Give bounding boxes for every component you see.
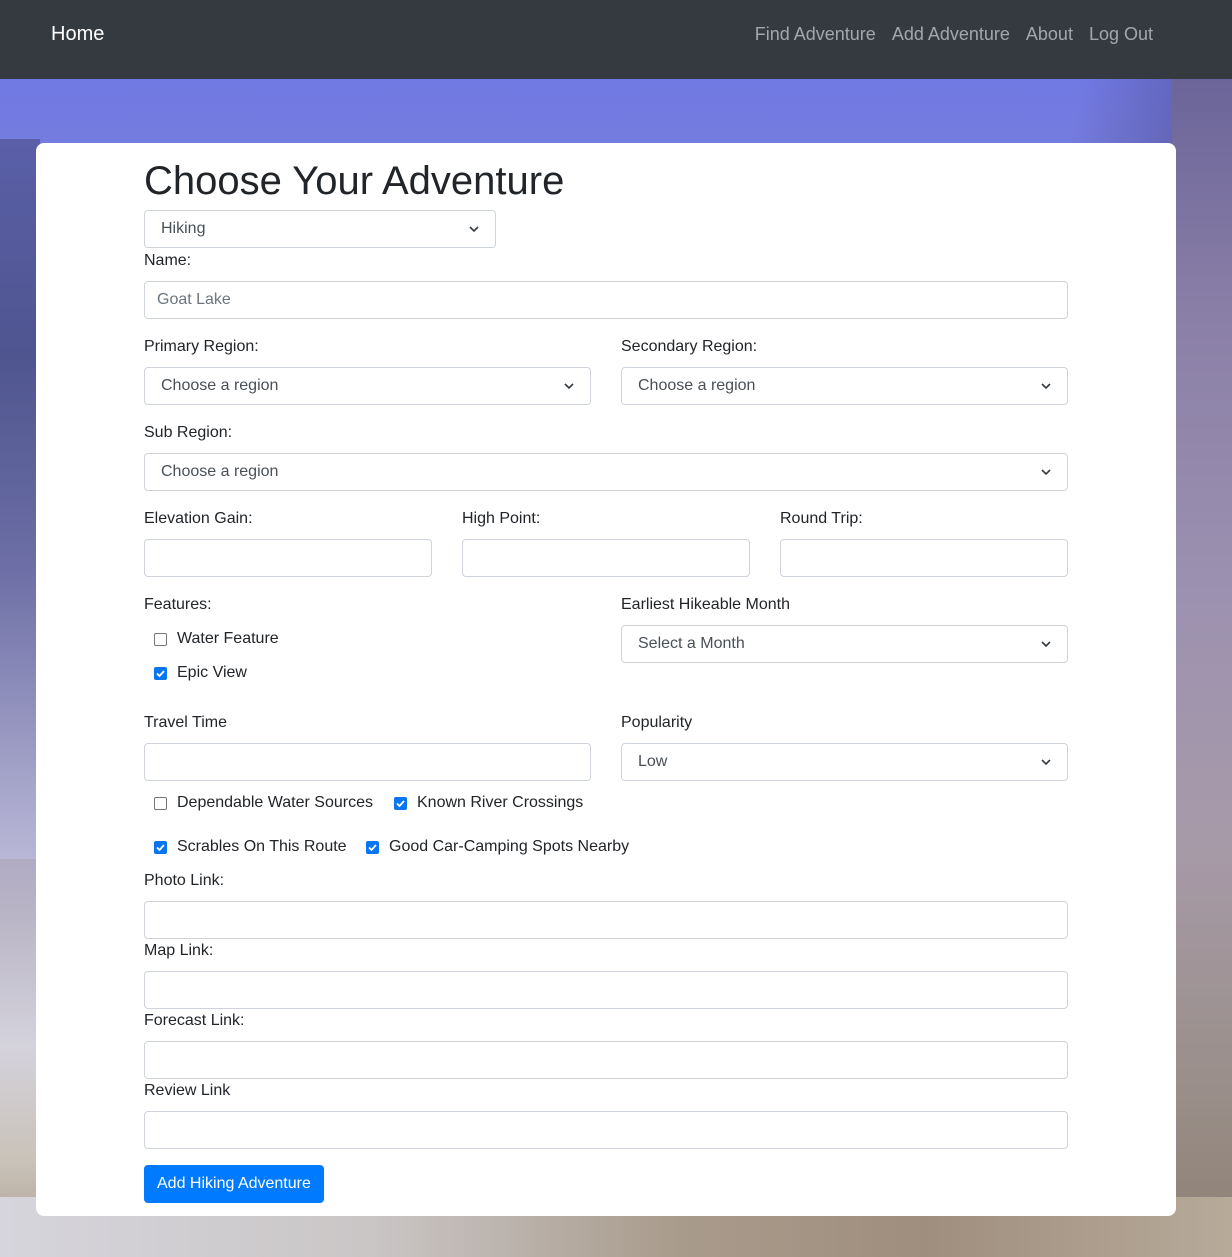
- checkmark-icon: [396, 799, 405, 807]
- earliest-month-select[interactable]: Select a Month: [621, 625, 1068, 663]
- nav-links: Find Adventure Add Adventure About Log O…: [755, 22, 1153, 46]
- review-link-label: Review Link: [144, 1082, 231, 1099]
- primary-region-select[interactable]: Choose a region: [144, 367, 591, 405]
- epic-view-checkbox[interactable]: Epic View: [154, 663, 247, 683]
- earliest-month-value: Select a Month: [638, 635, 745, 652]
- dependable-water-checkbox[interactable]: Dependable Water Sources: [154, 793, 373, 813]
- water-feature-checkbox[interactable]: Water Feature: [154, 629, 279, 649]
- checkbox-checked-icon[interactable]: [394, 796, 407, 810]
- photo-link-input[interactable]: [144, 901, 1068, 939]
- activity-select-value: Hiking: [161, 220, 206, 237]
- chevron-down-icon: [1041, 383, 1051, 390]
- secondary-region-value: Choose a region: [638, 377, 756, 394]
- forecast-link-label: Forecast Link:: [144, 1012, 245, 1029]
- earliest-month-label: Earliest Hikeable Month: [621, 596, 790, 613]
- nav-add-adventure[interactable]: Add Adventure: [892, 22, 1010, 46]
- nav-about[interactable]: About: [1026, 22, 1073, 46]
- checkbox-unchecked-icon[interactable]: [154, 796, 167, 810]
- background-rock-left: [0, 139, 40, 859]
- popularity-value: Low: [638, 753, 668, 770]
- travel-time-input[interactable]: [144, 743, 591, 781]
- photo-link-label: Photo Link:: [144, 872, 225, 889]
- travel-time-label: Travel Time: [144, 714, 227, 731]
- navbar: Home Find Adventure Add Adventure About …: [0, 0, 1232, 79]
- high-point-label: High Point:: [462, 510, 541, 527]
- chevron-down-icon: [564, 383, 574, 390]
- adventure-form-card: Choose Your Adventure Hiking Name: Prima…: [36, 143, 1176, 1216]
- chevron-down-icon: [469, 226, 479, 233]
- primary-region-value: Choose a region: [161, 377, 279, 394]
- review-link-input[interactable]: [144, 1111, 1068, 1149]
- features-label: Features:: [144, 596, 212, 613]
- chevron-down-icon: [1041, 759, 1051, 766]
- map-link-label: Map Link:: [144, 942, 214, 959]
- name-label: Name:: [144, 252, 192, 269]
- map-link-input[interactable]: [144, 971, 1068, 1009]
- round-trip-label: Round Trip:: [780, 510, 863, 527]
- round-trip-input[interactable]: [780, 539, 1068, 577]
- popularity-label: Popularity: [621, 714, 693, 731]
- scrambles-checkbox[interactable]: Scrables On This Route: [154, 837, 347, 857]
- forecast-link-input[interactable]: [144, 1041, 1068, 1079]
- nav-find-adventure[interactable]: Find Adventure: [755, 22, 876, 46]
- checkbox-checked-icon[interactable]: [154, 840, 167, 854]
- checkbox-unchecked-icon[interactable]: [154, 632, 167, 646]
- add-hiking-adventure-button[interactable]: Add Hiking Adventure: [144, 1165, 324, 1203]
- popularity-select[interactable]: Low: [621, 743, 1068, 781]
- sub-region-value: Choose a region: [161, 463, 279, 480]
- brand-home-link[interactable]: Home: [51, 22, 104, 46]
- sub-region-select[interactable]: Choose a region: [144, 453, 1068, 491]
- name-input[interactable]: [144, 281, 1068, 319]
- checkmark-icon: [368, 843, 377, 851]
- elevation-gain-input[interactable]: [144, 539, 432, 577]
- dependable-water-label: Dependable Water Sources: [177, 794, 373, 811]
- water-feature-label: Water Feature: [177, 630, 279, 647]
- high-point-input[interactable]: [462, 539, 750, 577]
- activity-select[interactable]: Hiking: [144, 210, 496, 248]
- checkmark-icon: [156, 843, 165, 851]
- sub-region-label: Sub Region:: [144, 424, 233, 441]
- river-crossings-label: Known River Crossings: [417, 794, 584, 811]
- secondary-region-select[interactable]: Choose a region: [621, 367, 1068, 405]
- checkbox-checked-icon[interactable]: [366, 840, 379, 854]
- page-title: Choose Your Adventure: [144, 159, 565, 203]
- checkmark-icon: [156, 669, 165, 677]
- checkbox-checked-icon[interactable]: [154, 666, 167, 680]
- elevation-gain-label: Elevation Gain:: [144, 510, 253, 527]
- scrambles-label: Scrables On This Route: [177, 838, 347, 855]
- secondary-region-label: Secondary Region:: [621, 338, 758, 355]
- car-camping-checkbox[interactable]: Good Car-Camping Spots Nearby: [366, 837, 629, 857]
- epic-view-label: Epic View: [177, 664, 247, 681]
- primary-region-label: Primary Region:: [144, 338, 259, 355]
- nav-log-out[interactable]: Log Out: [1089, 22, 1153, 46]
- chevron-down-icon: [1041, 641, 1051, 648]
- car-camping-label: Good Car-Camping Spots Nearby: [389, 838, 630, 855]
- river-crossings-checkbox[interactable]: Known River Crossings: [394, 793, 583, 813]
- background-rock-right: [1172, 79, 1232, 1257]
- chevron-down-icon: [1041, 469, 1051, 476]
